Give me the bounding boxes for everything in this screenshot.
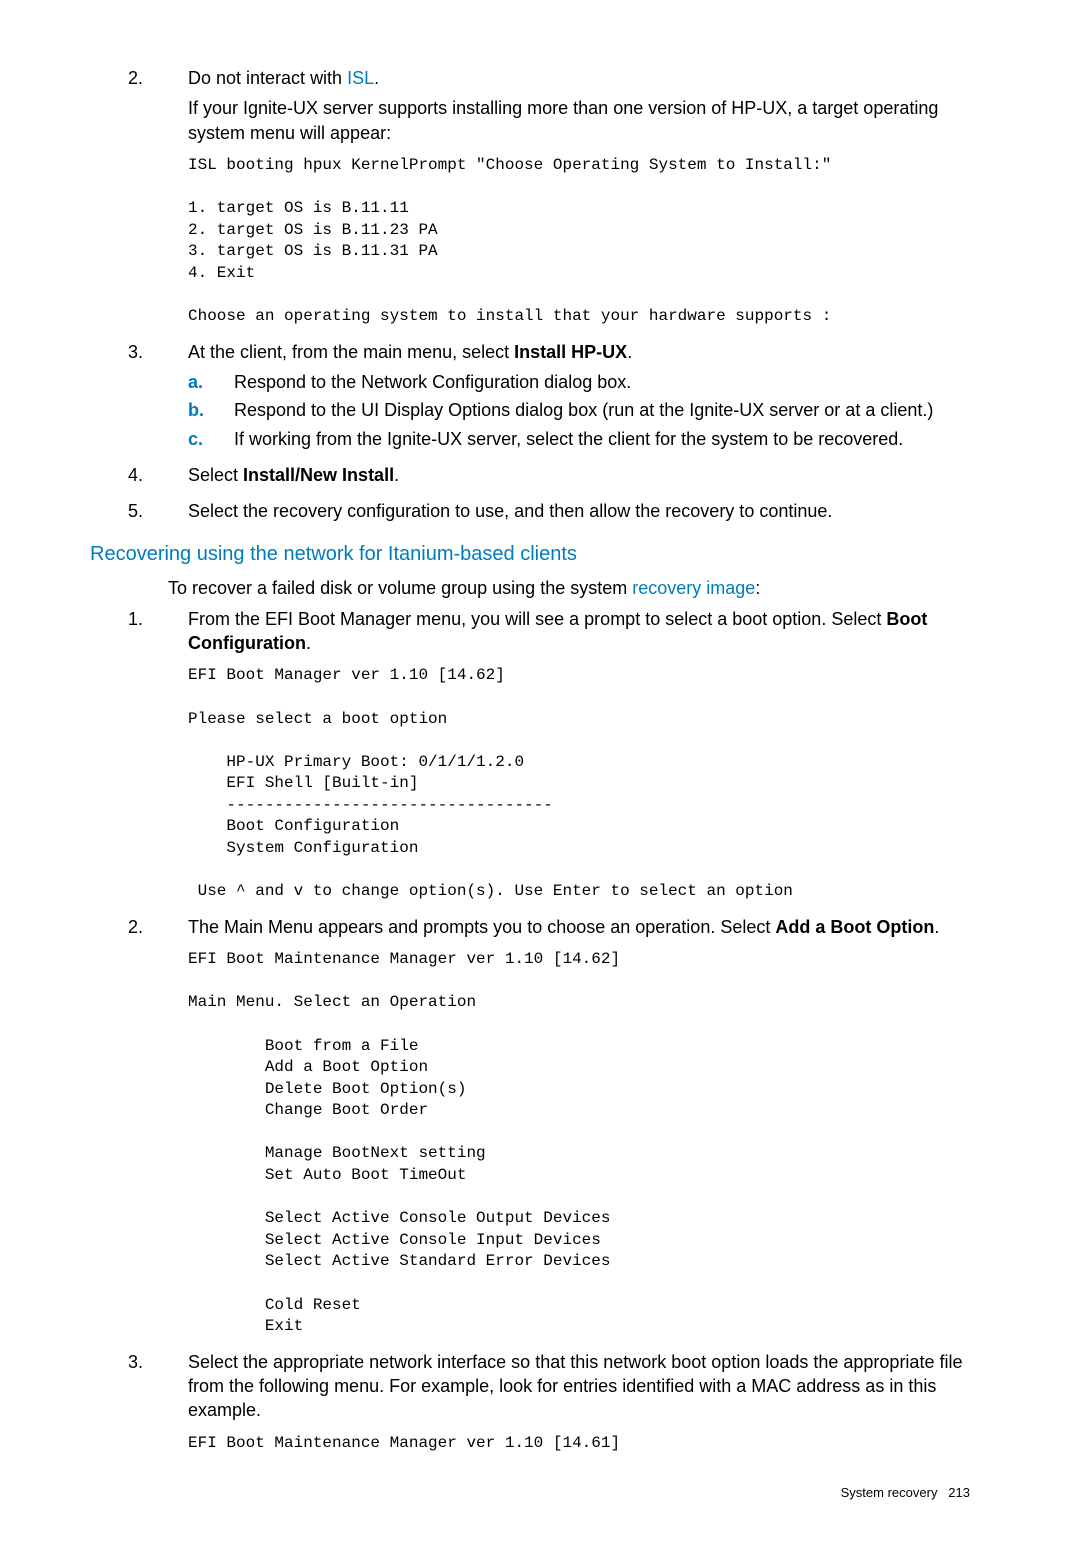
list-item-paragraph: If your Ignite-UX server supports instal… <box>188 96 970 145</box>
sub-letter-c: c. <box>188 427 203 451</box>
page-footer: System recovery 213 <box>110 1484 970 1502</box>
list-number: 2. <box>128 915 143 939</box>
sub-item-a: a. Respond to the Network Configuration … <box>188 370 970 394</box>
list-item-text: Select Install/New Install. <box>188 463 970 487</box>
section-heading-recovering-itanium: Recovering using the network for Itanium… <box>90 541 970 568</box>
list-number: 5. <box>128 499 143 523</box>
numbered-list-2: 1. From the EFI Boot Manager menu, you w… <box>110 607 970 1455</box>
list-item-text: From the EFI Boot Manager menu, you will… <box>188 607 970 656</box>
footer-section-title: System recovery <box>841 1485 938 1500</box>
sub-text: Respond to the UI Display Options dialog… <box>234 400 933 420</box>
list-number: 2. <box>128 66 143 90</box>
list1-item-2: 2. Do not interact with ISL. If your Ign… <box>110 66 970 328</box>
sub-item-b: b. Respond to the UI Display Options dia… <box>188 398 970 422</box>
sub-letter-b: b. <box>188 398 204 422</box>
code-block-efi-boot-manager: EFI Boot Manager ver 1.10 [14.62] Please… <box>188 665 970 903</box>
numbered-list-1: 2. Do not interact with ISL. If your Ign… <box>110 66 970 523</box>
list2-item-2: 2. The Main Menu appears and prompts you… <box>110 915 970 1338</box>
list-number: 4. <box>128 463 143 487</box>
list1-item-4: 4. Select Install/New Install. <box>110 463 970 487</box>
list-item-text: Select the appropriate network interface… <box>188 1350 970 1423</box>
intro-paragraph: To recover a failed disk or volume group… <box>168 576 970 600</box>
sub-list: a. Respond to the Network Configuration … <box>188 370 970 451</box>
list-number: 3. <box>128 340 143 364</box>
list1-item-3: 3. At the client, from the main menu, se… <box>110 340 970 451</box>
isl-link[interactable]: ISL <box>347 68 374 88</box>
footer-page-number: 213 <box>948 1485 970 1500</box>
sub-item-c: c. If working from the Ignite-UX server,… <box>188 427 970 451</box>
list2-item-3: 3. Select the appropriate network interf… <box>110 1350 970 1454</box>
sub-text: Respond to the Network Configuration dia… <box>234 372 631 392</box>
sub-letter-a: a. <box>188 370 203 394</box>
list1-item-5: 5. Select the recovery configuration to … <box>110 499 970 523</box>
code-block-efi-maintenance-2: EFI Boot Maintenance Manager ver 1.10 [1… <box>188 1433 970 1455</box>
install-new-install-bold: Install/New Install <box>243 465 394 485</box>
list-item-text: The Main Menu appears and prompts you to… <box>188 915 970 939</box>
code-block-isl: ISL booting hpux KernelPrompt "Choose Op… <box>188 155 970 328</box>
list-item-text: Do not interact with ISL. <box>188 66 970 90</box>
list-number: 3. <box>128 1350 143 1374</box>
recovery-image-link[interactable]: recovery image <box>632 578 755 598</box>
add-boot-option-bold: Add a Boot Option <box>775 917 934 937</box>
list2-item-1: 1. From the EFI Boot Manager menu, you w… <box>110 607 970 903</box>
list-number: 1. <box>128 607 143 631</box>
install-hpux-bold: Install HP-UX <box>514 342 627 362</box>
sub-text: If working from the Ignite-UX server, se… <box>234 429 903 449</box>
list-item-text: At the client, from the main menu, selec… <box>188 340 970 364</box>
list-item-text: Select the recovery configuration to use… <box>188 499 970 523</box>
code-block-efi-maintenance: EFI Boot Maintenance Manager ver 1.10 [1… <box>188 949 970 1338</box>
